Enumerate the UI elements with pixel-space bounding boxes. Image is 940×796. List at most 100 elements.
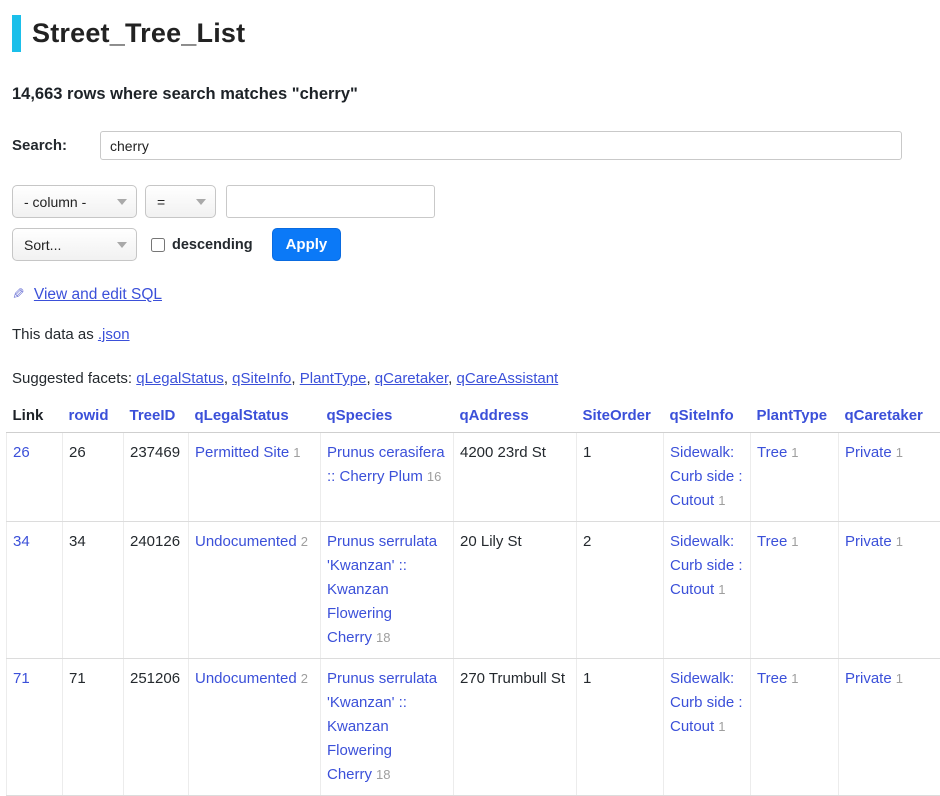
cell-text: 1 [583,670,591,687]
cell-link[interactable]: Sidewalk: Curb side : Cutout [670,670,743,735]
results-table-wrap: Link rowid TreeID qLegalStatus qSpecies qAddr… [6,402,928,796]
cell-qSiteInfo: Sidewalk: Curb side : Cutout1 [664,433,751,522]
column-header-qAddress: qAddress [454,402,577,433]
cell-Link: 71 [7,659,63,796]
table-header-row: Link rowid TreeID qLegalStatus qSpecies qAddr… [7,402,940,433]
column-header-rowid: rowid [63,402,124,433]
column-sort-link-SiteOrder[interactable]: SiteOrder [583,407,651,424]
cell-rowid: 34 [63,522,124,659]
filter-row: - column - = [12,185,928,218]
suggested-facets: Suggested facets: qLegalStatus, qSiteInf… [12,370,928,387]
cell-link[interactable]: Sidewalk: Curb side : Cutout [670,533,743,598]
cell-TreeID: 251206 [124,659,189,796]
count-badge: 1 [896,445,903,460]
filter-value-input[interactable] [226,185,435,218]
cell-qCaretaker: Private 1 [839,659,940,796]
column-sort-link-qSiteInfo[interactable]: qSiteInfo [670,407,734,424]
count-badge: 1 [718,493,725,508]
page-title: Street_Tree_List [12,15,928,52]
apply-button[interactable]: Apply [272,228,342,261]
sort-select[interactable]: Sort... [12,228,137,261]
column-sort-link-PlantType[interactable]: PlantType [757,407,828,424]
count-badge: 18 [376,630,390,645]
cell-PlantType: Tree 1 [751,433,839,522]
data-export-row: This data as .json [12,326,928,343]
cell-qLegalStatus: Undocumented 2 [189,522,321,659]
cell-text: 20 Lily St [460,533,522,550]
cell-link[interactable]: Tree [757,670,787,687]
cell-link[interactable]: Tree [757,533,787,550]
table-row: 71 71 251206 Undocumented 2 Prunus serrulata … [7,659,940,796]
operator-select[interactable]: = [145,185,216,218]
count-badge: 1 [791,445,798,460]
count-badge: 1 [791,671,798,686]
cell-SiteOrder: 2 [577,522,664,659]
facets-prefix: Suggested facets: [12,370,136,387]
cell-text: 237469 [130,444,180,461]
count-badge: 1 [718,582,725,597]
count-badge: 2 [301,534,308,549]
row-count-heading: 14,663 rows where search matches "cherry… [12,85,928,104]
cell-link[interactable]: Private [845,444,892,461]
column-header-qCaretaker: qCaretaker [839,402,940,433]
cell-qCaretaker: Private1 [839,522,940,659]
cell-qAddress: 4200 23rd St [454,433,577,522]
cell-link[interactable]: Private [845,670,892,687]
json-export-link[interactable]: .json [98,326,130,343]
cell-qSpecies: Prunus serrulata 'Kwanzan' :: Kwanzan Fl… [321,659,454,796]
column-sort-link-qCaretaker[interactable]: qCaretaker [845,407,923,424]
cell-text: 26 [69,444,86,461]
operator-select-value: = [157,194,165,210]
column-select-value: - column - [24,194,86,210]
chevron-down-icon [117,199,127,205]
column-sort-link-qLegalStatus[interactable]: qLegalStatus [195,407,289,424]
column-sort-link-TreeID[interactable]: TreeID [130,407,176,424]
count-badge: 1 [896,671,903,686]
cell-TreeID: 237469 [124,433,189,522]
cell-qSpecies: Prunus cerasifera :: Cherry Plum16 [321,433,454,522]
cell-link[interactable]: Sidewalk: Curb side : Cutout [670,444,743,509]
cell-link[interactable]: 26 [13,444,30,461]
search-input[interactable] [100,131,902,160]
chevron-down-icon [117,242,127,248]
sort-row: Sort... descending Apply [12,228,928,261]
view-edit-sql-link[interactable]: View and edit SQL [34,286,162,303]
count-badge: 1 [293,445,300,460]
cell-link[interactable]: 71 [13,670,30,687]
count-badge: 2 [301,671,308,686]
cell-link[interactable]: Private [845,533,892,550]
cell-qAddress: 20 Lily St [454,522,577,659]
cell-link[interactable]: Tree [757,444,787,461]
facet-link-PlantType[interactable]: PlantType [300,370,367,387]
facet-link-qLegalStatus[interactable]: qLegalStatus [136,370,224,387]
cell-link[interactable]: Undocumented [195,670,297,687]
cell-text: 1 [583,444,591,461]
cell-link[interactable]: Undocumented [195,533,297,550]
count-badge: 18 [376,767,390,782]
column-header-Link: Link [7,402,63,433]
cell-PlantType: Tree 1 [751,659,839,796]
cell-text: 251206 [130,670,180,687]
cell-text: 71 [69,670,86,687]
cell-link[interactable]: Permitted Site [195,444,289,461]
facet-link-qCareAssistant[interactable]: qCareAssistant [457,370,559,387]
cell-qSpecies: Prunus serrulata 'Kwanzan' :: Kwanzan Fl… [321,522,454,659]
column-header-qSiteInfo: qSiteInfo [664,402,751,433]
cell-text: 4200 23rd St [460,444,546,461]
search-form: Search: [12,131,928,160]
facet-link-qSiteInfo[interactable]: qSiteInfo [232,370,291,387]
cell-text: 2 [583,533,591,550]
descending-label: descending [172,237,253,253]
cell-Link: 26 [7,433,63,522]
column-select[interactable]: - column - [12,185,137,218]
column-sort-link-qAddress[interactable]: qAddress [460,407,529,424]
column-sort-link-qSpecies[interactable]: qSpecies [327,407,393,424]
cell-qAddress: 270 Trumbull St [454,659,577,796]
cell-qLegalStatus: Permitted Site 1 [189,433,321,522]
facet-link-qCaretaker[interactable]: qCaretaker [375,370,448,387]
column-sort-link-rowid[interactable]: rowid [69,407,109,424]
cell-SiteOrder: 1 [577,659,664,796]
column-header-qLegalStatus: qLegalStatus [189,402,321,433]
descending-checkbox[interactable] [151,238,165,252]
cell-link[interactable]: 34 [13,533,30,550]
